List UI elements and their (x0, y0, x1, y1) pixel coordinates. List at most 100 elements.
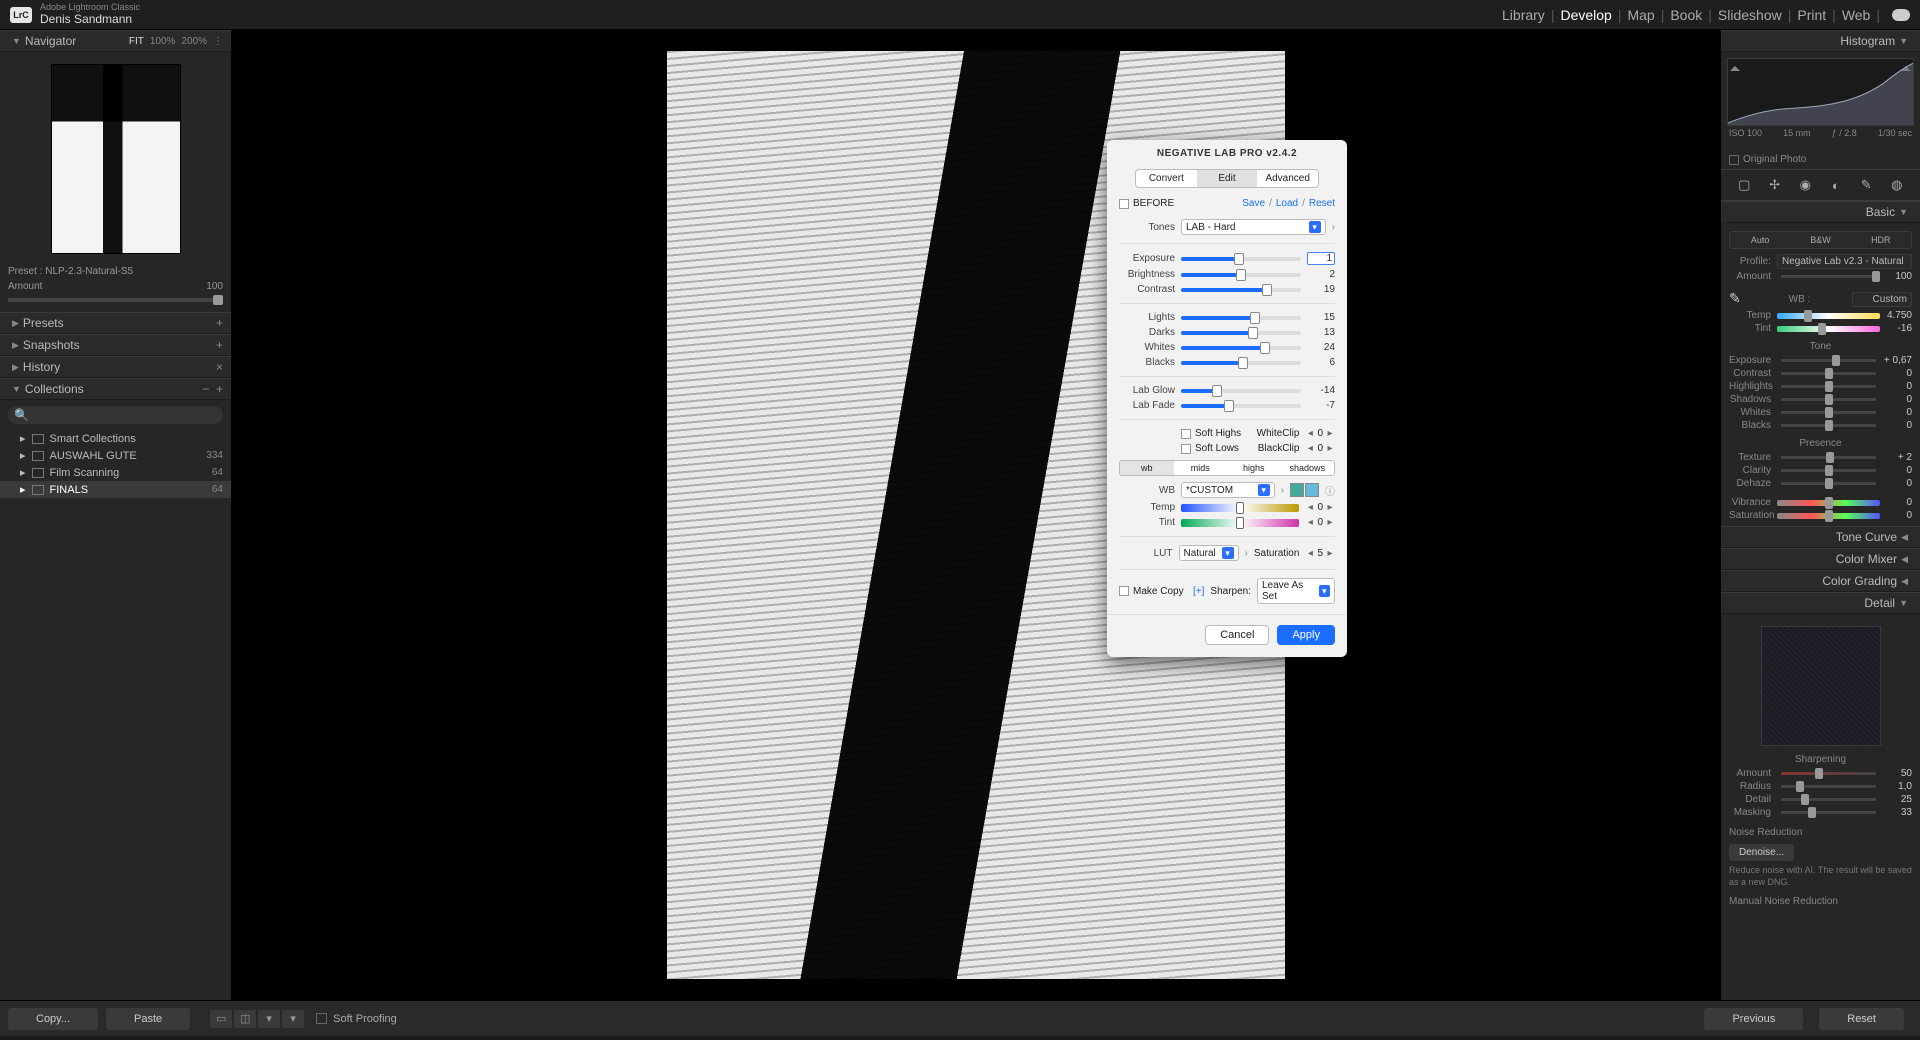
crop-icon[interactable]: ▢ (1735, 176, 1753, 194)
nlp-labfade-slider[interactable] (1181, 404, 1301, 408)
saturation-stepper[interactable]: ◂5▸ (1305, 548, 1335, 559)
wb-dropper-icon[interactable]: ✎ (1729, 290, 1747, 308)
sharpen-detail-slider[interactable] (1781, 798, 1876, 801)
survey-view-icon[interactable]: ▾ (258, 1010, 280, 1028)
nlp-load[interactable]: Load (1276, 198, 1298, 209)
treatment-tabs[interactable]: AutoB&WHDR (1729, 231, 1912, 249)
make-copy-check[interactable]: Make Copy (1119, 586, 1184, 597)
loupe-view-icon[interactable]: ▭ (210, 1010, 232, 1028)
shadows-slider[interactable] (1781, 398, 1876, 401)
nlp-temp-slider[interactable] (1181, 504, 1299, 512)
preset-amount-slider[interactable] (8, 298, 223, 302)
nlp-tint-slider[interactable] (1181, 519, 1299, 527)
nlp-labglow-slider[interactable] (1181, 389, 1301, 393)
blackclip-stepper[interactable]: ◂0▸ (1305, 443, 1335, 454)
original-photo-toggle[interactable]: Original Photo (1721, 150, 1920, 169)
profile-amount-slider[interactable] (1781, 275, 1876, 278)
vibrance-slider[interactable] (1777, 500, 1880, 506)
nlp-tab-edit[interactable]: Edit (1197, 170, 1258, 187)
snapshots-header[interactable]: ▶Snapshots+ (0, 334, 231, 356)
collections-search[interactable]: 🔍 (8, 406, 223, 424)
collection-item[interactable]: ▸Smart Collections (0, 430, 231, 447)
zoom-fit[interactable]: FIT (129, 36, 144, 47)
collections-header[interactable]: ▼Collections− + (0, 378, 231, 400)
wb-segment[interactable]: wbmidshighsshadows (1119, 460, 1335, 476)
texture-slider[interactable] (1781, 456, 1876, 459)
wb-swatches[interactable] (1290, 483, 1319, 497)
history-header[interactable]: ▶History× (0, 356, 231, 378)
nlp-save[interactable]: Save (1242, 198, 1265, 209)
profile-select[interactable]: Negative Lab v2.3 - Natural (1777, 254, 1912, 269)
nlp-reset[interactable]: Reset (1309, 198, 1335, 209)
navigator-header[interactable]: ▼Navigator FIT 100% 200% ⋮ (0, 30, 231, 52)
detail-preview[interactable] (1761, 626, 1881, 746)
nlp-exposure-slider[interactable] (1181, 257, 1301, 261)
zoom-more-icon[interactable]: ⋮ (213, 36, 223, 47)
blacks-slider[interactable] (1781, 424, 1876, 427)
contrast-slider[interactable] (1781, 372, 1876, 375)
whites-slider[interactable] (1781, 411, 1876, 414)
nlp-tab-convert[interactable]: Convert (1136, 170, 1197, 187)
colorgrading-header[interactable]: Color Grading◀ (1721, 570, 1920, 592)
nlp-apply-button[interactable]: Apply (1277, 625, 1335, 645)
soft-proofing-check[interactable]: Soft Proofing (316, 1013, 397, 1025)
denoise-button[interactable]: Denoise... (1729, 844, 1794, 861)
tab-book[interactable]: Book (1670, 7, 1702, 23)
loupe-view[interactable]: NEGATIVE LAB PRO v2.4.2 Convert Edit Adv… (232, 30, 1720, 1000)
info-icon[interactable]: ⓘ (1325, 483, 1335, 498)
zoom-200[interactable]: 200% (181, 36, 207, 47)
compare-view-icon[interactable]: ◫ (234, 1010, 256, 1028)
histogram-header[interactable]: Histogram▼ (1721, 30, 1920, 52)
presets-header[interactable]: ▶Presets+ (0, 312, 231, 334)
tab-map[interactable]: Map (1627, 7, 1654, 23)
previous-button[interactable]: Previous (1704, 1008, 1803, 1030)
nlp-brightness-slider[interactable] (1181, 273, 1301, 277)
gradient-icon[interactable]: ◍ (1888, 176, 1906, 194)
reset-button[interactable]: Reset (1819, 1008, 1904, 1030)
soft-lows-check[interactable]: Soft Lows (1181, 443, 1239, 454)
heal-icon[interactable]: ✢ (1766, 176, 1784, 194)
temp-slider[interactable] (1777, 313, 1880, 319)
wb-select[interactable]: *CUSTOM▾ (1181, 482, 1275, 498)
tonecurve-header[interactable]: Tone Curve◀ (1721, 526, 1920, 548)
sharpen-select[interactable]: Leave As Set▾ (1257, 578, 1335, 604)
ref-view-icon[interactable]: ▾ (282, 1010, 304, 1028)
tab-slideshow[interactable]: Slideshow (1718, 7, 1782, 23)
sharpen-radius-slider[interactable] (1781, 785, 1876, 788)
tint-slider[interactable] (1777, 326, 1880, 332)
nlp-lights-slider[interactable] (1181, 316, 1301, 320)
clarity-slider[interactable] (1781, 469, 1876, 472)
soft-highs-check[interactable]: Soft Highs (1181, 428, 1241, 439)
brush-icon[interactable]: ✎ (1857, 176, 1875, 194)
add-sharpen[interactable]: [+] (1193, 586, 1204, 597)
highlights-slider[interactable] (1781, 385, 1876, 388)
nlp-contrast-slider[interactable] (1181, 288, 1301, 292)
dehaze-slider[interactable] (1781, 482, 1876, 485)
nlp-blacks-slider[interactable] (1181, 361, 1301, 365)
exposure-slider[interactable] (1781, 359, 1876, 362)
navigator-thumbnail[interactable] (51, 64, 181, 254)
whiteclip-stepper[interactable]: ◂0▸ (1305, 428, 1335, 439)
tab-web[interactable]: Web (1842, 7, 1871, 23)
wb-mode-select[interactable]: Custom (1852, 292, 1912, 307)
detail-header[interactable]: Detail▼ (1721, 592, 1920, 614)
redeye-icon[interactable]: ◉ (1796, 176, 1814, 194)
copy-button[interactable]: Copy... (8, 1008, 98, 1030)
cloud-sync-icon[interactable] (1892, 9, 1910, 21)
tab-library[interactable]: Library (1502, 7, 1545, 23)
colormixer-header[interactable]: Color Mixer◀ (1721, 548, 1920, 570)
sharpen-masking-slider[interactable] (1781, 811, 1876, 814)
lut-select[interactable]: Natural▾ (1179, 545, 1239, 561)
collection-item[interactable]: ▸AUSWAHL GUTE334 (0, 447, 231, 464)
paste-button[interactable]: Paste (106, 1008, 190, 1030)
before-check[interactable]: BEFORE (1119, 198, 1174, 209)
nlp-tab-advanced[interactable]: Advanced (1257, 170, 1318, 187)
histogram-box[interactable] (1727, 58, 1914, 126)
tab-print[interactable]: Print (1797, 7, 1826, 23)
tones-select[interactable]: LAB - Hard▾ (1181, 219, 1326, 235)
saturation-slider[interactable] (1777, 513, 1880, 519)
basic-header[interactable]: Basic▼ (1721, 201, 1920, 223)
tab-develop[interactable]: Develop (1560, 7, 1611, 23)
sharpen-amount-slider[interactable] (1781, 772, 1876, 775)
mask-icon[interactable]: ◐ (1827, 176, 1845, 194)
